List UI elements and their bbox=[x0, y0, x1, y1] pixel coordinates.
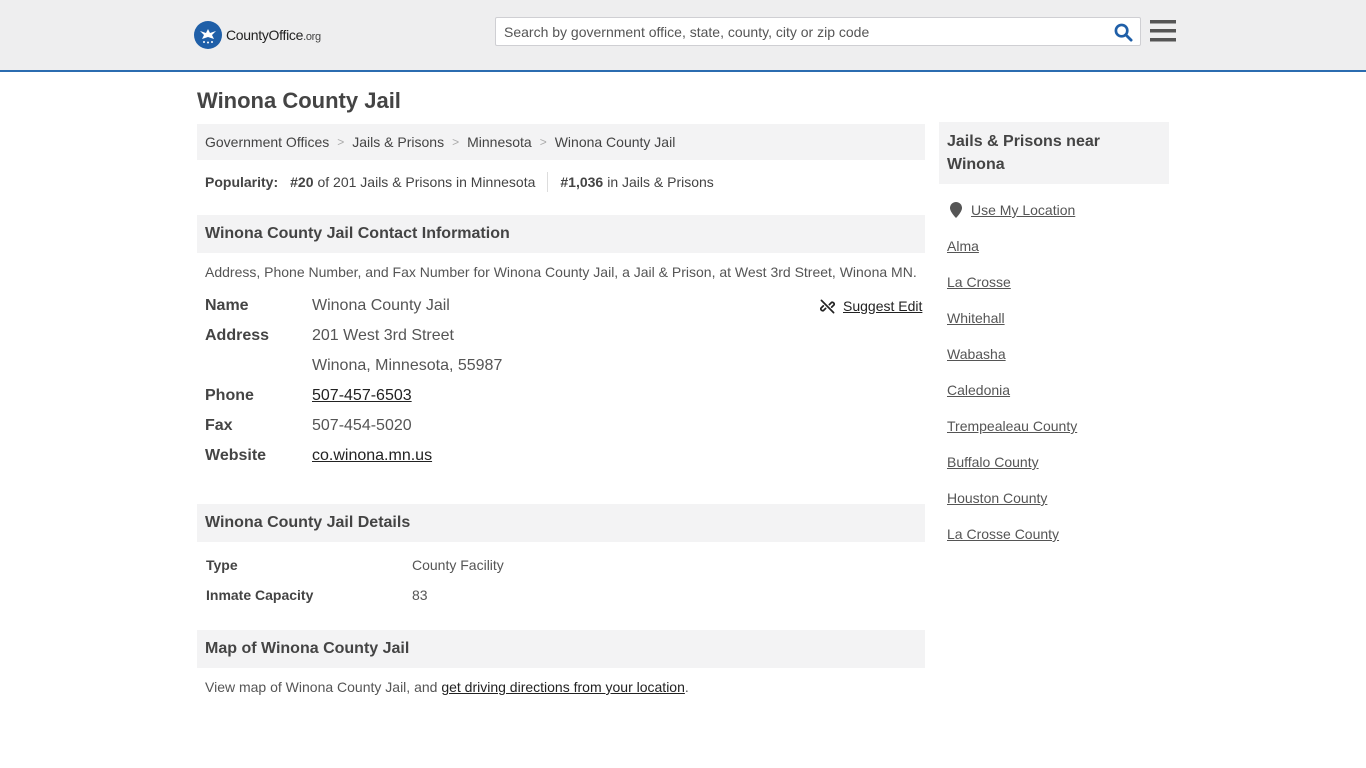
details-value-capacity: 83 bbox=[412, 587, 428, 603]
phone-link[interactable]: 507-457-6503 bbox=[312, 387, 412, 404]
sidebar-item-buffalo-county: Buffalo County bbox=[947, 450, 1039, 474]
map-section-heading: Map of Winona County Jail bbox=[197, 630, 925, 668]
driving-directions-link[interactable]: get driving directions from your locatio… bbox=[441, 679, 685, 695]
contact-label: Fax bbox=[205, 417, 233, 434]
chevron-right-icon: > bbox=[452, 135, 460, 149]
sidebar-link[interactable]: Whitehall bbox=[947, 310, 1005, 326]
logo-text: CountyOffice.org bbox=[226, 27, 321, 43]
contact-value-website: co.winona.mn.us bbox=[312, 447, 432, 465]
contact-value-fax: 507-454-5020 bbox=[312, 417, 412, 434]
broken-link-icon bbox=[820, 299, 835, 313]
sidebar-link[interactable]: Trempealeau County bbox=[947, 418, 1077, 434]
map-text-before: View map of Winona County Jail, and bbox=[205, 679, 442, 695]
sidebar-link[interactable]: La Crosse County bbox=[947, 526, 1059, 542]
sidebar-item-wabasha: Wabasha bbox=[947, 342, 1006, 366]
breadcrumb-government-offices[interactable]: Government Offices bbox=[205, 134, 329, 150]
contact-value-city: Winona, Minnesota, 55987 bbox=[312, 357, 503, 374]
details-section-heading: Winona County Jail Details bbox=[197, 504, 925, 542]
contact-label: Phone bbox=[205, 387, 254, 404]
popularity-bar: Popularity: #20 of 201 Jails & Prisons i… bbox=[205, 172, 714, 192]
contact-section-heading: Winona County Jail Contact Information bbox=[197, 215, 925, 253]
use-my-location-link[interactable]: Use My Location bbox=[971, 202, 1075, 218]
sidebar-link[interactable]: Houston County bbox=[947, 490, 1047, 506]
contact-value-phone: 507-457-6503 bbox=[312, 387, 412, 405]
breadcrumb-minnesota[interactable]: Minnesota bbox=[467, 134, 532, 150]
sidebar-link[interactable]: Caledonia bbox=[947, 382, 1010, 398]
details-label: Inmate Capacity bbox=[206, 587, 314, 603]
contact-label: Website bbox=[205, 447, 267, 464]
sidebar-item-alma: Alma bbox=[947, 234, 979, 258]
contact-label: Name bbox=[205, 297, 249, 314]
map-description: View map of Winona County Jail, and get … bbox=[205, 679, 689, 695]
details-label: Type bbox=[206, 557, 238, 573]
suggest-edit-label: Suggest Edit bbox=[843, 298, 923, 314]
sidebar-item-trempealeau-county: Trempealeau County bbox=[947, 414, 1077, 438]
website-link[interactable]: co.winona.mn.us bbox=[312, 447, 432, 464]
national-rank: #1,036 bbox=[560, 174, 604, 190]
sidebar-item-la-crosse-county: La Crosse County bbox=[947, 522, 1059, 546]
sidebar-item-la-crosse: La Crosse bbox=[947, 270, 1011, 294]
sidebar-heading: Jails & Prisons near Winona bbox=[939, 122, 1169, 184]
contact-value-name: Winona County Jail bbox=[312, 297, 450, 314]
logo-brand: CountyOffice bbox=[226, 27, 304, 43]
chevron-right-icon: > bbox=[539, 135, 547, 149]
sidebar-link[interactable]: La Crosse bbox=[947, 274, 1011, 290]
sidebar-item-houston-county: Houston County bbox=[947, 486, 1047, 510]
map-text-after: . bbox=[684, 679, 689, 695]
page-title: Winona County Jail bbox=[197, 88, 401, 113]
contact-description: Address, Phone Number, and Fax Number fo… bbox=[205, 264, 917, 280]
sidebar-link[interactable]: Alma bbox=[947, 238, 979, 254]
contact-label: Address bbox=[205, 327, 270, 344]
breadcrumb: Government Offices > Jails & Prisons > M… bbox=[197, 124, 925, 160]
map-pin-icon bbox=[950, 202, 962, 218]
breadcrumb-current: Winona County Jail bbox=[554, 134, 676, 150]
divider bbox=[547, 172, 549, 192]
details-value-type: County Facility bbox=[412, 557, 504, 573]
search-icon bbox=[1114, 23, 1133, 42]
chevron-right-icon: > bbox=[337, 135, 345, 149]
search-box bbox=[495, 17, 1141, 46]
contact-value-street: 201 West 3rd Street bbox=[312, 327, 454, 344]
top-bar: CountyOffice.org bbox=[0, 0, 1366, 72]
use-my-location-item: Use My Location bbox=[947, 198, 1075, 222]
logo-tld: .org bbox=[303, 31, 321, 43]
site-logo[interactable]: CountyOffice.org bbox=[194, 20, 321, 50]
sidebar-item-whitehall: Whitehall bbox=[947, 306, 1005, 330]
suggest-edit-button[interactable]: Suggest Edit bbox=[820, 298, 922, 314]
breadcrumb-jails-prisons[interactable]: Jails & Prisons bbox=[352, 134, 444, 150]
search-button[interactable] bbox=[1112, 21, 1134, 43]
sidebar-link[interactable]: Wabasha bbox=[947, 346, 1006, 362]
sidebar-item-caledonia: Caledonia bbox=[947, 378, 1010, 402]
national-rank-text: in Jails & Prisons bbox=[607, 174, 714, 190]
state-rank: #20 bbox=[290, 174, 314, 190]
state-rank-text: of 201 Jails & Prisons in Minnesota bbox=[317, 174, 536, 190]
search-input[interactable] bbox=[496, 18, 1096, 45]
eagle-seal-icon bbox=[194, 21, 222, 49]
hamburger-menu-icon bbox=[1150, 20, 1176, 42]
sidebar-link[interactable]: Buffalo County bbox=[947, 454, 1039, 470]
popularity-label: Popularity: bbox=[205, 174, 279, 190]
menu-button[interactable] bbox=[1150, 19, 1176, 43]
